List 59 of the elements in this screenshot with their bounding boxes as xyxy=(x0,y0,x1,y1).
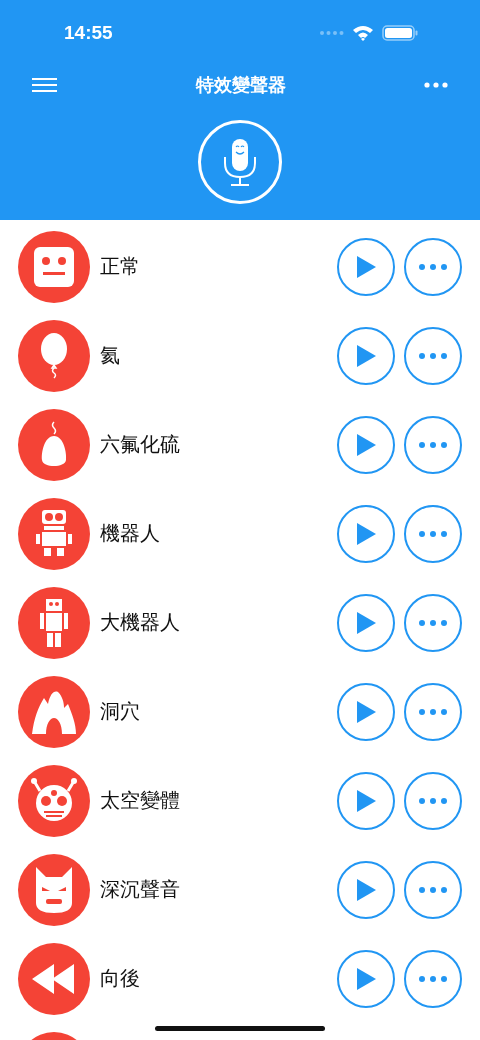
more-icon xyxy=(419,530,447,537)
balloon-icon xyxy=(39,331,69,380)
more-icon xyxy=(419,619,447,626)
more-button[interactable] xyxy=(404,237,462,296)
effect-name: 向後 xyxy=(100,965,141,992)
record-button[interactable] xyxy=(198,120,282,204)
play-button[interactable] xyxy=(337,949,395,1008)
wifi-icon xyxy=(352,25,374,41)
more-button[interactable] xyxy=(404,860,462,919)
effect-name: 六氟化硫 xyxy=(100,431,181,458)
play-button[interactable] xyxy=(337,415,395,474)
effect-name: 洞穴 xyxy=(100,698,141,725)
status-time: 14:55 xyxy=(64,22,113,44)
play-icon xyxy=(355,966,377,991)
more-icon xyxy=(419,886,447,893)
play-icon xyxy=(355,699,377,724)
play-button[interactable] xyxy=(337,860,395,919)
signal-icon xyxy=(320,31,344,35)
robot-icon xyxy=(36,509,72,558)
mask-icon xyxy=(34,864,74,915)
play-icon xyxy=(355,432,377,457)
robot-icon xyxy=(40,598,68,647)
more-icon xyxy=(419,441,447,448)
more-button[interactable] xyxy=(404,415,462,474)
effect-name: 太空變體 xyxy=(100,787,181,814)
more-button[interactable] xyxy=(404,504,462,563)
face-icon xyxy=(32,244,76,289)
more-icon xyxy=(419,263,447,270)
more-icon xyxy=(419,708,447,715)
play-icon xyxy=(355,877,377,902)
effect-name: 大機器人 xyxy=(100,609,181,636)
play-icon xyxy=(355,254,377,279)
menu-button[interactable] xyxy=(32,78,57,92)
battery-icon xyxy=(382,25,418,41)
play-button[interactable] xyxy=(337,326,395,385)
play-icon xyxy=(355,788,377,813)
play-icon xyxy=(355,343,377,368)
effect-name: 深沉聲音 xyxy=(100,876,181,903)
more-icon xyxy=(419,797,447,804)
more-button[interactable] xyxy=(404,949,462,1008)
play-button[interactable] xyxy=(337,504,395,563)
more-button[interactable] xyxy=(404,593,462,652)
more-icon xyxy=(419,352,447,359)
app-title: 特效變聲器 xyxy=(195,73,286,97)
more-button[interactable] xyxy=(404,682,462,741)
effect-name: 氦 xyxy=(100,342,121,369)
more-button[interactable] xyxy=(424,82,448,88)
more-icon xyxy=(419,975,447,982)
play-button[interactable] xyxy=(337,682,395,741)
play-button[interactable] xyxy=(337,771,395,830)
play-icon xyxy=(355,610,377,635)
more-button[interactable] xyxy=(404,771,462,830)
play-button[interactable] xyxy=(337,237,395,296)
effect-name: 正常 xyxy=(100,253,141,280)
effect-name: 機器人 xyxy=(100,520,161,547)
rewind-icon xyxy=(32,963,76,994)
more-button[interactable] xyxy=(404,326,462,385)
play-icon xyxy=(355,521,377,546)
play-button[interactable] xyxy=(337,593,395,652)
